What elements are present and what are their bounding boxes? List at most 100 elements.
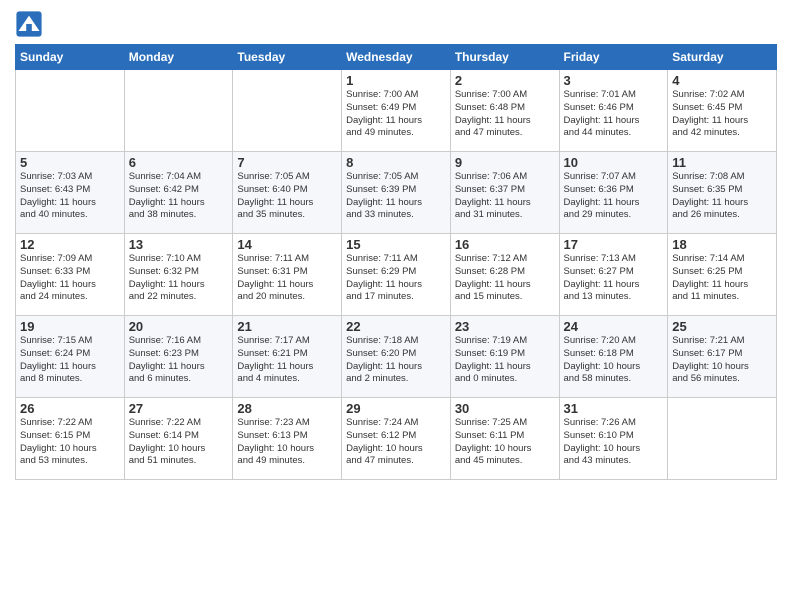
calendar-cell: 23Sunrise: 7:19 AMSunset: 6:19 PMDayligh…: [450, 316, 559, 398]
calendar-cell: 28Sunrise: 7:23 AMSunset: 6:13 PMDayligh…: [233, 398, 342, 480]
calendar-cell: 22Sunrise: 7:18 AMSunset: 6:20 PMDayligh…: [342, 316, 451, 398]
day-number: 12: [20, 237, 120, 252]
calendar-cell: 2Sunrise: 7:00 AMSunset: 6:48 PMDaylight…: [450, 70, 559, 152]
day-info: Sunrise: 7:14 AMSunset: 6:25 PMDaylight:…: [672, 253, 772, 304]
weekday-header-monday: Monday: [124, 45, 233, 70]
day-number: 13: [129, 237, 229, 252]
day-info: Sunrise: 7:15 AMSunset: 6:24 PMDaylight:…: [20, 335, 120, 386]
calendar-cell: 31Sunrise: 7:26 AMSunset: 6:10 PMDayligh…: [559, 398, 668, 480]
calendar-cell: 12Sunrise: 7:09 AMSunset: 6:33 PMDayligh…: [16, 234, 125, 316]
day-number: 4: [672, 73, 772, 88]
calendar-cell: 30Sunrise: 7:25 AMSunset: 6:11 PMDayligh…: [450, 398, 559, 480]
calendar-cell: 5Sunrise: 7:03 AMSunset: 6:43 PMDaylight…: [16, 152, 125, 234]
day-number: 10: [564, 155, 664, 170]
day-info: Sunrise: 7:03 AMSunset: 6:43 PMDaylight:…: [20, 171, 120, 222]
calendar-cell: 4Sunrise: 7:02 AMSunset: 6:45 PMDaylight…: [668, 70, 777, 152]
calendar-cell: 21Sunrise: 7:17 AMSunset: 6:21 PMDayligh…: [233, 316, 342, 398]
day-info: Sunrise: 7:09 AMSunset: 6:33 PMDaylight:…: [20, 253, 120, 304]
day-info: Sunrise: 7:17 AMSunset: 6:21 PMDaylight:…: [237, 335, 337, 386]
day-info: Sunrise: 7:25 AMSunset: 6:11 PMDaylight:…: [455, 417, 555, 468]
calendar-cell: 17Sunrise: 7:13 AMSunset: 6:27 PMDayligh…: [559, 234, 668, 316]
week-row-3: 12Sunrise: 7:09 AMSunset: 6:33 PMDayligh…: [16, 234, 777, 316]
weekday-header-thursday: Thursday: [450, 45, 559, 70]
weekday-header-sunday: Sunday: [16, 45, 125, 70]
day-number: 19: [20, 319, 120, 334]
day-info: Sunrise: 7:22 AMSunset: 6:15 PMDaylight:…: [20, 417, 120, 468]
day-info: Sunrise: 7:01 AMSunset: 6:46 PMDaylight:…: [564, 89, 664, 140]
day-info: Sunrise: 7:02 AMSunset: 6:45 PMDaylight:…: [672, 89, 772, 140]
day-number: 15: [346, 237, 446, 252]
day-info: Sunrise: 7:07 AMSunset: 6:36 PMDaylight:…: [564, 171, 664, 222]
header: [15, 10, 777, 38]
day-info: Sunrise: 7:10 AMSunset: 6:32 PMDaylight:…: [129, 253, 229, 304]
calendar-cell: 15Sunrise: 7:11 AMSunset: 6:29 PMDayligh…: [342, 234, 451, 316]
day-info: Sunrise: 7:21 AMSunset: 6:17 PMDaylight:…: [672, 335, 772, 386]
day-info: Sunrise: 7:24 AMSunset: 6:12 PMDaylight:…: [346, 417, 446, 468]
day-number: 30: [455, 401, 555, 416]
day-info: Sunrise: 7:05 AMSunset: 6:40 PMDaylight:…: [237, 171, 337, 222]
day-info: Sunrise: 7:05 AMSunset: 6:39 PMDaylight:…: [346, 171, 446, 222]
weekday-header-friday: Friday: [559, 45, 668, 70]
calendar-cell: [124, 70, 233, 152]
logo-icon: [15, 10, 43, 38]
week-row-2: 5Sunrise: 7:03 AMSunset: 6:43 PMDaylight…: [16, 152, 777, 234]
day-number: 9: [455, 155, 555, 170]
day-number: 2: [455, 73, 555, 88]
day-info: Sunrise: 7:00 AMSunset: 6:49 PMDaylight:…: [346, 89, 446, 140]
calendar-cell: 29Sunrise: 7:24 AMSunset: 6:12 PMDayligh…: [342, 398, 451, 480]
day-info: Sunrise: 7:11 AMSunset: 6:29 PMDaylight:…: [346, 253, 446, 304]
week-row-4: 19Sunrise: 7:15 AMSunset: 6:24 PMDayligh…: [16, 316, 777, 398]
day-number: 3: [564, 73, 664, 88]
day-info: Sunrise: 7:08 AMSunset: 6:35 PMDaylight:…: [672, 171, 772, 222]
day-number: 20: [129, 319, 229, 334]
day-info: Sunrise: 7:20 AMSunset: 6:18 PMDaylight:…: [564, 335, 664, 386]
calendar-cell: 6Sunrise: 7:04 AMSunset: 6:42 PMDaylight…: [124, 152, 233, 234]
day-info: Sunrise: 7:23 AMSunset: 6:13 PMDaylight:…: [237, 417, 337, 468]
day-info: Sunrise: 7:13 AMSunset: 6:27 PMDaylight:…: [564, 253, 664, 304]
weekday-header-saturday: Saturday: [668, 45, 777, 70]
day-number: 23: [455, 319, 555, 334]
week-row-5: 26Sunrise: 7:22 AMSunset: 6:15 PMDayligh…: [16, 398, 777, 480]
day-number: 27: [129, 401, 229, 416]
calendar-cell: 27Sunrise: 7:22 AMSunset: 6:14 PMDayligh…: [124, 398, 233, 480]
calendar-cell: 14Sunrise: 7:11 AMSunset: 6:31 PMDayligh…: [233, 234, 342, 316]
calendar-cell: [668, 398, 777, 480]
day-number: 22: [346, 319, 446, 334]
calendar-cell: 7Sunrise: 7:05 AMSunset: 6:40 PMDaylight…: [233, 152, 342, 234]
day-info: Sunrise: 7:12 AMSunset: 6:28 PMDaylight:…: [455, 253, 555, 304]
calendar-cell: 26Sunrise: 7:22 AMSunset: 6:15 PMDayligh…: [16, 398, 125, 480]
calendar-cell: 3Sunrise: 7:01 AMSunset: 6:46 PMDaylight…: [559, 70, 668, 152]
day-number: 7: [237, 155, 337, 170]
day-info: Sunrise: 7:04 AMSunset: 6:42 PMDaylight:…: [129, 171, 229, 222]
day-number: 5: [20, 155, 120, 170]
day-number: 11: [672, 155, 772, 170]
day-number: 31: [564, 401, 664, 416]
day-info: Sunrise: 7:22 AMSunset: 6:14 PMDaylight:…: [129, 417, 229, 468]
week-row-1: 1Sunrise: 7:00 AMSunset: 6:49 PMDaylight…: [16, 70, 777, 152]
page: SundayMondayTuesdayWednesdayThursdayFrid…: [0, 0, 792, 612]
calendar-cell: 1Sunrise: 7:00 AMSunset: 6:49 PMDaylight…: [342, 70, 451, 152]
calendar-cell: 25Sunrise: 7:21 AMSunset: 6:17 PMDayligh…: [668, 316, 777, 398]
day-number: 16: [455, 237, 555, 252]
day-number: 18: [672, 237, 772, 252]
calendar-cell: [233, 70, 342, 152]
calendar-cell: 13Sunrise: 7:10 AMSunset: 6:32 PMDayligh…: [124, 234, 233, 316]
day-number: 17: [564, 237, 664, 252]
calendar-cell: 20Sunrise: 7:16 AMSunset: 6:23 PMDayligh…: [124, 316, 233, 398]
weekday-header-row: SundayMondayTuesdayWednesdayThursdayFrid…: [16, 45, 777, 70]
weekday-header-tuesday: Tuesday: [233, 45, 342, 70]
day-number: 25: [672, 319, 772, 334]
calendar-cell: 18Sunrise: 7:14 AMSunset: 6:25 PMDayligh…: [668, 234, 777, 316]
day-info: Sunrise: 7:16 AMSunset: 6:23 PMDaylight:…: [129, 335, 229, 386]
day-number: 28: [237, 401, 337, 416]
calendar-cell: 8Sunrise: 7:05 AMSunset: 6:39 PMDaylight…: [342, 152, 451, 234]
calendar-cell: 9Sunrise: 7:06 AMSunset: 6:37 PMDaylight…: [450, 152, 559, 234]
calendar-cell: 10Sunrise: 7:07 AMSunset: 6:36 PMDayligh…: [559, 152, 668, 234]
day-info: Sunrise: 7:11 AMSunset: 6:31 PMDaylight:…: [237, 253, 337, 304]
logo: [15, 10, 47, 38]
day-number: 6: [129, 155, 229, 170]
weekday-header-wednesday: Wednesday: [342, 45, 451, 70]
day-info: Sunrise: 7:06 AMSunset: 6:37 PMDaylight:…: [455, 171, 555, 222]
calendar-cell: 19Sunrise: 7:15 AMSunset: 6:24 PMDayligh…: [16, 316, 125, 398]
calendar: SundayMondayTuesdayWednesdayThursdayFrid…: [15, 44, 777, 480]
